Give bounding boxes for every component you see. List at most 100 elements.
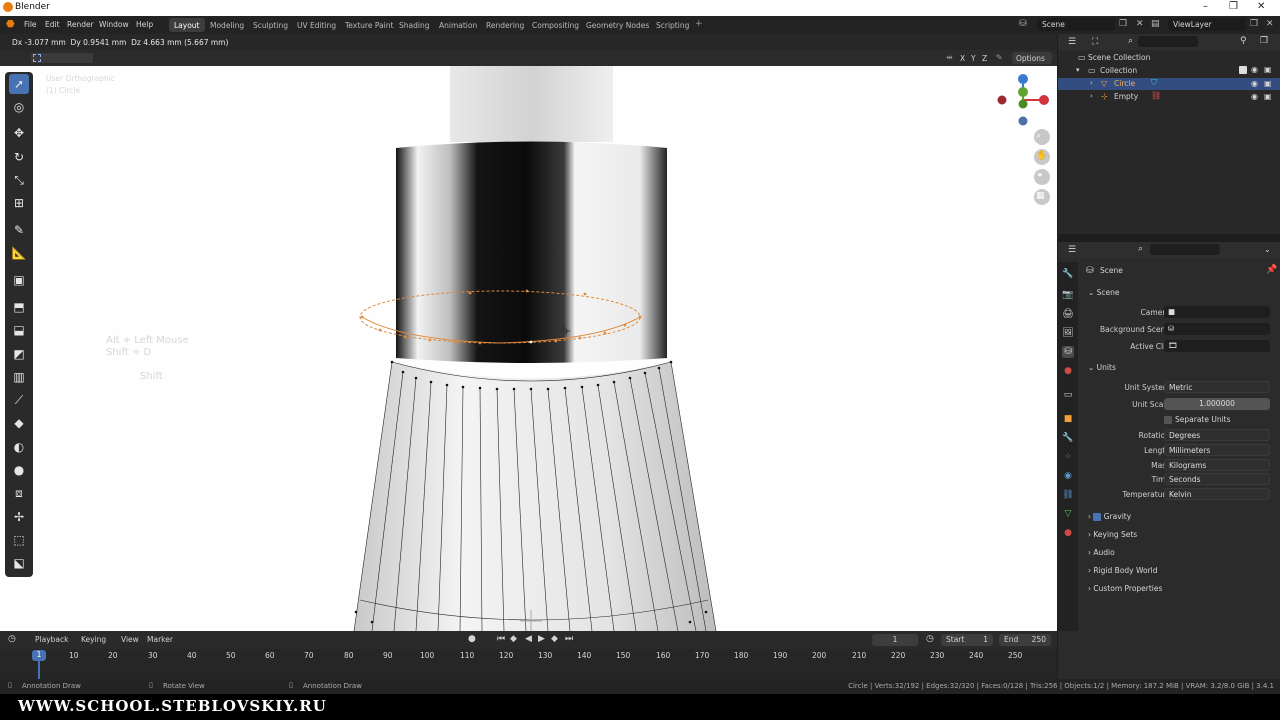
material-tab-icon[interactable]: ● <box>1062 527 1074 539</box>
visibility-icon[interactable]: ◉ <box>1251 92 1258 101</box>
next-keyframe-icon[interactable]: ◆ <box>551 634 558 644</box>
outliner-item-label[interactable]: Empty <box>1114 92 1138 101</box>
menu-render[interactable]: Render <box>67 20 94 29</box>
preview-range-icon[interactable]: ◷ <box>926 634 934 644</box>
collection-expand-icon[interactable]: ▾ <box>1076 66 1080 74</box>
units-panel-header[interactable]: ⌄ Units <box>1088 363 1116 372</box>
axis-z-toggle[interactable]: Z <box>982 54 987 63</box>
visibility-icon[interactable]: ◉ <box>1251 79 1258 88</box>
tab-uv-editing[interactable]: UV Editing <box>292 18 341 32</box>
tab-rendering[interactable]: Rendering <box>481 18 529 32</box>
physics-tab-icon[interactable]: ◉ <box>1062 470 1074 482</box>
mirror-icon[interactable]: ⇹ <box>946 53 953 62</box>
smooth-tool-icon[interactable]: ● <box>9 460 29 480</box>
tab-sculpting[interactable]: Sculpting <box>248 18 293 32</box>
timeline-menu-view[interactable]: View <box>121 635 139 644</box>
frame-ruler[interactable]: 1 10 20 30 40 50 60 70 80 90 100 110 120… <box>0 649 1057 679</box>
scene-field[interactable]: Scene <box>1037 18 1115 31</box>
zoom-icon[interactable]: ⌕ <box>1036 131 1041 141</box>
edge-slide-tool-icon[interactable]: ⧈ <box>9 483 29 503</box>
expand-icon[interactable]: › <box>1090 79 1093 87</box>
axis-x-toggle[interactable]: X <box>960 54 965 63</box>
timeline-editor-icon[interactable]: ◷ <box>8 634 16 644</box>
render-icon[interactable]: ▣ <box>1264 79 1272 88</box>
tab-compositing[interactable]: Compositing <box>527 18 584 32</box>
delete-scene-icon[interactable]: ✕ <box>1136 19 1144 29</box>
viewlayer-icon[interactable]: ▤ <box>1151 19 1160 29</box>
start-frame-field[interactable]: Start 1 <box>941 634 993 646</box>
jump-start-icon[interactable]: ⏮ <box>497 634 505 644</box>
menu-file[interactable]: File <box>24 20 37 29</box>
gravity-panel-header[interactable]: › Gravity <box>1088 512 1131 521</box>
custom-properties-panel-header[interactable]: › Custom Properties <box>1088 584 1162 593</box>
collection-checkbox[interactable] <box>1239 66 1247 74</box>
add-cube-tool-icon[interactable]: ▣ <box>9 270 29 290</box>
knife-tool-icon[interactable]: ⟋ <box>9 390 29 410</box>
jump-end-icon[interactable]: ⏭ <box>565 634 573 644</box>
collection-visibility-icon[interactable]: ◉ <box>1251 65 1258 74</box>
play-icon[interactable]: ▶ <box>538 634 545 644</box>
new-viewlayer-icon[interactable]: ❐ <box>1250 19 1258 29</box>
data-tab-icon[interactable]: ▽ <box>1062 508 1074 520</box>
transform-tool-icon[interactable]: ⊞ <box>9 193 29 213</box>
close-button[interactable]: ✕ <box>1257 1 1265 12</box>
tab-animation[interactable]: Animation <box>434 18 482 32</box>
minimize-button[interactable]: – <box>1203 1 1208 12</box>
poly-build-tool-icon[interactable]: ◆ <box>9 413 29 433</box>
separate-units-checkbox[interactable] <box>1164 416 1172 424</box>
axis-y-toggle[interactable]: Y <box>971 54 976 63</box>
tab-geometry-nodes[interactable]: Geometry Nodes <box>581 18 654 32</box>
tab-modeling[interactable]: Modeling <box>205 18 249 32</box>
playhead[interactable]: 1 <box>32 650 46 661</box>
audio-panel-header[interactable]: › Audio <box>1088 548 1115 557</box>
measure-tool-icon[interactable]: 📐 <box>9 243 29 263</box>
shrink-fatten-tool-icon[interactable]: ✢ <box>9 507 29 527</box>
temperature-dropdown[interactable]: Kelvin <box>1164 488 1270 500</box>
scene-collection-label[interactable]: Scene Collection <box>1088 53 1150 62</box>
menu-help[interactable]: Help <box>136 20 153 29</box>
camera-view-icon[interactable]: ⚭ <box>1036 171 1044 181</box>
editor-type-icon[interactable]: ☰ <box>1068 245 1076 255</box>
mirror-options-icon[interactable]: ✎ <box>996 53 1003 62</box>
active-clip-field[interactable]: 🎞 <box>1164 340 1270 352</box>
rotate-tool-icon[interactable]: ↻ <box>9 147 29 167</box>
gravity-checkbox[interactable] <box>1093 513 1102 521</box>
record-button-icon[interactable]: ● <box>468 634 476 644</box>
unit-scale-field[interactable]: 1.000000 <box>1164 398 1270 410</box>
add-workspace-icon[interactable]: + <box>695 19 703 29</box>
unit-system-dropdown[interactable]: Metric <box>1164 381 1270 393</box>
scale-tool-icon[interactable]: ⤡ <box>9 170 29 190</box>
search-icon[interactable]: ⌕ <box>1128 36 1133 46</box>
render-tab-icon[interactable]: 📷 <box>1062 289 1074 301</box>
end-frame-field[interactable]: End 250 <box>999 634 1051 646</box>
options-dropdown[interactable]: Options <box>1012 52 1052 64</box>
prev-keyframe-icon[interactable]: ◆ <box>510 634 517 644</box>
camera-field[interactable]: ■ <box>1164 306 1270 318</box>
current-frame-field[interactable]: 1 <box>872 634 918 646</box>
loop-cut-tool-icon[interactable]: ▥ <box>9 367 29 387</box>
outliner-item-label[interactable]: Circle <box>1114 79 1135 88</box>
collection-render-icon[interactable]: ▣ <box>1264 65 1272 74</box>
mass-dropdown[interactable]: Kilograms <box>1164 459 1270 471</box>
new-collection-icon[interactable]: ❐ <box>1260 36 1268 46</box>
length-dropdown[interactable]: Millimeters <box>1164 444 1270 456</box>
annotate-tool-icon[interactable]: ✎ <box>9 220 29 240</box>
delete-viewlayer-icon[interactable]: ✕ <box>1266 19 1274 29</box>
time-dropdown[interactable]: Seconds <box>1164 473 1270 485</box>
search-icon[interactable]: ⌕ <box>1138 244 1143 254</box>
rip-region-tool-icon[interactable]: ⬕ <box>9 553 29 573</box>
tab-layout[interactable]: Layout <box>169 18 205 32</box>
particles-tab-icon[interactable]: ⁘ <box>1062 451 1074 463</box>
outliner-search-input[interactable] <box>1138 36 1198 47</box>
blender-menu-icon[interactable]: ⬣ <box>6 19 15 30</box>
shear-tool-icon[interactable]: ⬚ <box>9 530 29 550</box>
select-box-icon[interactable] <box>33 54 41 62</box>
menu-window[interactable]: Window <box>99 20 129 29</box>
3d-viewport[interactable]: ⌕ ✋ ⚭ ▦ User Orthographic (1) Circle Alt… <box>0 66 1057 631</box>
collection-label[interactable]: Collection <box>1100 66 1137 75</box>
tool-tab-icon[interactable]: 🔧 <box>1062 268 1074 280</box>
options-chevron-icon[interactable]: ⌄ <box>1264 245 1271 254</box>
play-reverse-icon[interactable]: ◀ <box>525 634 532 644</box>
view-layer-tab-icon[interactable]: 🖼 <box>1062 327 1074 339</box>
expand-icon[interactable]: › <box>1090 92 1093 100</box>
